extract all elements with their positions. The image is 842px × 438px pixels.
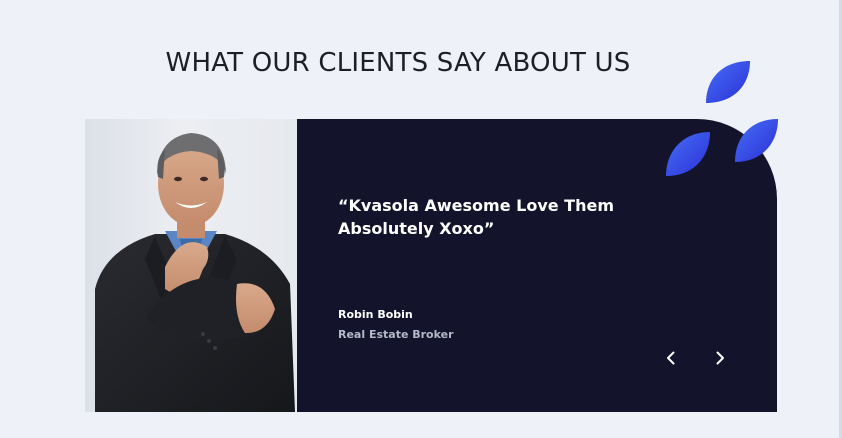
next-testimonial-button[interactable] (706, 344, 734, 372)
leaf-icon (706, 61, 750, 103)
client-photo (85, 119, 297, 412)
previous-testimonial-button[interactable] (657, 344, 685, 372)
leaf-icon (735, 119, 778, 162)
leaf-icon (666, 132, 710, 176)
chevron-left-icon (667, 351, 675, 365)
testimonial-section: WHAT OUR CLIENTS SAY ABOUT US “Kvasola A… (0, 0, 842, 438)
chevron-right-icon (716, 351, 724, 365)
author-role: Real Estate Broker (338, 328, 454, 341)
client-portrait-illustration (95, 133, 295, 412)
section-title: WHAT OUR CLIENTS SAY ABOUT US (165, 48, 631, 78)
author-name: Robin Bobin (338, 308, 413, 321)
testimonial-quote: “Kvasola Awesome Love Them Absolutely Xo… (338, 196, 614, 238)
